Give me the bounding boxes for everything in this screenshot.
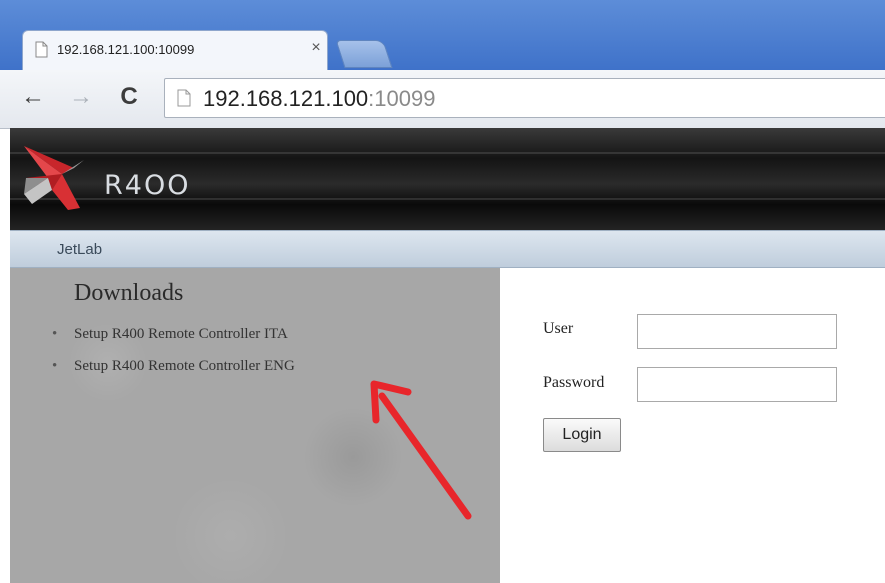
download-item: • Setup R400 Remote Controller ENG — [48, 356, 295, 388]
download-item: • Setup R400 Remote Controller ITA — [48, 324, 295, 356]
download-link-ita[interactable]: Setup R400 Remote Controller ITA — [74, 326, 288, 342]
r400-logo-icon — [24, 146, 84, 210]
browser-tab[interactable]: 192.168.121.100:10099 × — [22, 30, 328, 70]
reload-icon[interactable]: C — [116, 84, 142, 110]
address-bar[interactable]: 192.168.121.100:10099 — [164, 78, 885, 118]
login-button[interactable]: Login — [543, 418, 621, 452]
new-tab-button[interactable] — [335, 40, 393, 68]
bullet-icon: • — [52, 326, 58, 342]
logo-text: R4OO — [104, 170, 191, 201]
user-label: User — [543, 320, 574, 337]
url-port: :10099 — [368, 86, 436, 111]
bullet-icon: • — [52, 358, 58, 374]
banner-stripe — [10, 152, 885, 154]
site-nav: JetLab — [10, 230, 885, 268]
page-icon — [177, 89, 191, 107]
nav-link-jetlab[interactable]: JetLab — [57, 241, 102, 258]
download-link-eng[interactable]: Setup R400 Remote Controller ENG — [74, 358, 295, 374]
browser-toolbar: ← → C 192.168.121.100:10099 — [0, 70, 885, 129]
url-text: 192.168.121.100:10099 — [203, 86, 435, 112]
login-form: User Password Login — [500, 268, 885, 583]
password-label: Password — [543, 374, 605, 391]
user-input[interactable] — [637, 314, 837, 349]
back-icon[interactable]: ← — [20, 84, 46, 110]
url-host: 192.168.121.100 — [203, 86, 369, 111]
browser-titlebar: 192.168.121.100:10099 × — [0, 0, 885, 70]
site-banner: R4OO — [10, 128, 885, 230]
tab-title: 192.168.121.100:10099 — [57, 42, 195, 57]
downloads-list: • Setup R400 Remote Controller ITA • Set… — [48, 324, 295, 388]
forward-icon[interactable]: → — [68, 84, 94, 110]
password-input[interactable] — [637, 367, 837, 402]
tab-close-icon[interactable]: × — [308, 39, 324, 57]
page-icon — [35, 41, 48, 58]
downloads-heading: Downloads — [74, 280, 184, 306]
annotation-arrow-icon — [370, 380, 472, 520]
